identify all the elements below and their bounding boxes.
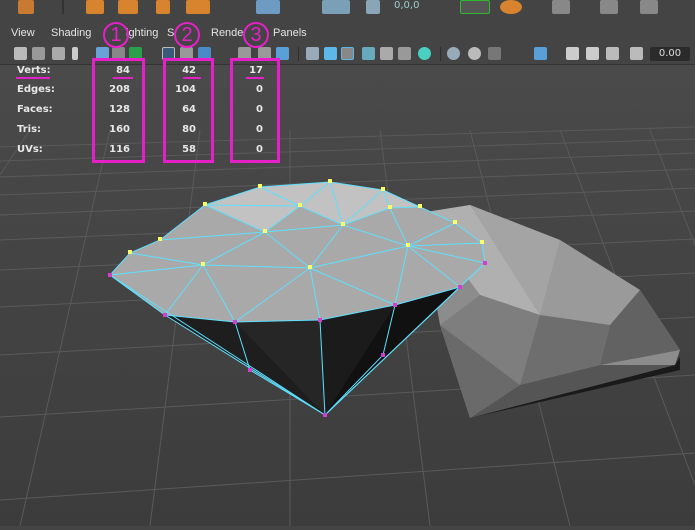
xray-joints-icon[interactable]	[566, 47, 579, 60]
textured-icon[interactable]	[362, 47, 375, 60]
isolate-select-icon[interactable]	[534, 47, 547, 60]
transform-icon[interactable]	[366, 0, 380, 14]
bookmark-icon[interactable]	[72, 47, 78, 60]
lock-camera-icon[interactable]	[32, 47, 45, 60]
camera-frame-icon[interactable]	[460, 0, 490, 14]
menu-renderer[interactable]: Rende	[211, 27, 243, 39]
callout-1: 1	[103, 22, 129, 48]
plane-icon[interactable]	[186, 0, 210, 14]
menu-panels[interactable]: Panels	[273, 27, 307, 39]
frame-all-icon[interactable]	[606, 47, 619, 60]
menu-lighting[interactable]: ighting	[126, 27, 158, 39]
hud-label-faces: Faces:	[17, 104, 53, 115]
settings-icon[interactable]	[640, 0, 658, 14]
highlight-box-selected-counts	[163, 58, 214, 163]
anti-alias-icon[interactable]	[488, 47, 501, 60]
callout-3: 3	[243, 22, 269, 48]
snap-icon[interactable]	[322, 0, 350, 14]
shelf-toolbar: 0,0,0	[0, 0, 695, 23]
exposure-field[interactable]: 0.00	[650, 47, 690, 61]
hud-label-tris: Tris:	[17, 124, 42, 135]
separator	[62, 0, 64, 14]
gear-icon[interactable]	[500, 0, 522, 14]
xray-icon[interactable]	[447, 47, 460, 60]
cube-icon[interactable]	[18, 0, 34, 14]
ambient-occlusion-icon[interactable]	[468, 47, 481, 60]
coords-label: 0,0,0	[394, 0, 420, 11]
highlight-box-component-counts	[230, 58, 280, 163]
render-icon[interactable]	[600, 0, 618, 14]
wireframe-on-shaded-icon[interactable]	[341, 47, 354, 60]
grid-icon[interactable]	[552, 0, 570, 14]
highlight-box-object-counts	[92, 58, 145, 163]
hud-label-uvs: UVs:	[17, 144, 43, 155]
rotate-tool-icon[interactable]	[118, 0, 138, 14]
smooth-shade-icon[interactable]	[324, 47, 337, 60]
menu-view[interactable]: View	[11, 27, 35, 39]
callout-2: 2	[174, 22, 200, 48]
hud-label-edges: Edges:	[17, 84, 55, 95]
move-tool-icon[interactable]	[86, 0, 104, 14]
wireframe-cube-icon[interactable]	[306, 47, 319, 60]
hud-label-verts: Verts:	[17, 65, 51, 76]
camera-attr-icon[interactable]	[52, 47, 65, 60]
xray-active-icon[interactable]	[586, 47, 599, 60]
checker-icon[interactable]	[380, 47, 393, 60]
camera-icon[interactable]	[14, 47, 27, 60]
lights-icon[interactable]	[398, 47, 411, 60]
separator	[298, 47, 299, 61]
exposure-icon[interactable]	[630, 47, 643, 60]
shadows-icon[interactable]	[418, 47, 431, 60]
separator	[440, 47, 441, 61]
scale-tool-icon[interactable]	[156, 0, 170, 14]
menu-shading[interactable]: Shading	[51, 27, 91, 39]
verts-underline	[16, 77, 50, 79]
panel-layout-icon[interactable]	[256, 0, 280, 14]
